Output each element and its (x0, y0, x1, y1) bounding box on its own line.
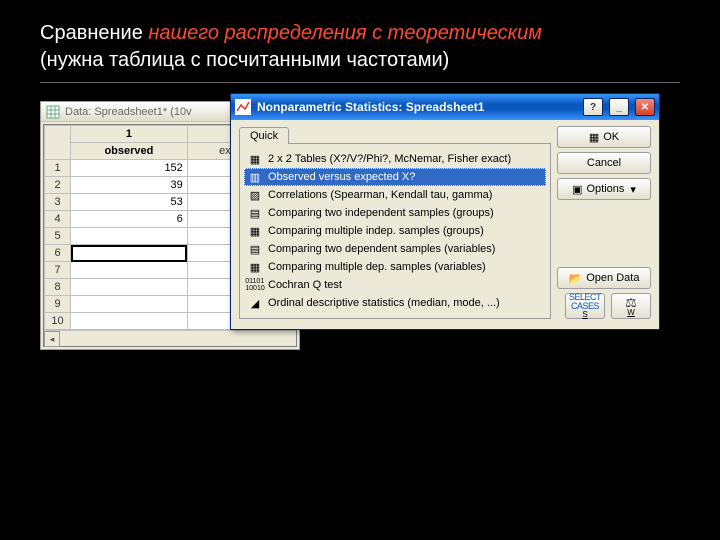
opt-2x2-tables[interactable]: ▦ 2 x 2 Tables (X?/V?/Phi?, McNemar, Fish… (244, 150, 546, 168)
corner-cell (45, 126, 71, 160)
ok-label: OK (603, 131, 619, 143)
select-cases-button[interactable]: SELECT CASES S (565, 293, 605, 319)
cancel-button[interactable]: Cancel (557, 152, 651, 174)
col-name-observed[interactable]: observed (71, 143, 188, 160)
heading-part1: Сравнение (40, 22, 143, 44)
slide-heading: Сравнение нашего распределения с теорети… (40, 20, 680, 74)
help-button[interactable]: ? (583, 98, 603, 116)
cell[interactable]: 6 (71, 211, 188, 228)
opt-label: Ordinal descriptive statistics (median, … (268, 297, 500, 309)
compare-icon: ▤ (246, 206, 264, 220)
row-head[interactable]: 4 (45, 211, 71, 228)
divider (40, 82, 680, 83)
cell[interactable]: 152 (71, 160, 188, 177)
cell[interactable] (71, 262, 188, 279)
summary-icon: ▦ (589, 131, 599, 144)
cell[interactable] (71, 296, 188, 313)
options-button[interactable]: ▣ Options ▾ (557, 178, 651, 200)
opt-label: 2 x 2 Tables (X?/V?/Phi?, McNemar, Fishe… (268, 153, 511, 165)
row-head[interactable]: 1 (45, 160, 71, 177)
open-data-button[interactable]: 📂Open Data (557, 267, 651, 289)
cell-selected[interactable] (71, 245, 188, 262)
minimize-icon: _ (616, 102, 622, 113)
close-icon: ✕ (641, 102, 649, 113)
row-head[interactable]: 5 (45, 228, 71, 245)
question-icon: ? (590, 102, 596, 113)
opt-ordinal-desc[interactable]: ◢ Ordinal descriptive statistics (median,… (244, 294, 546, 312)
opt-multi-dep[interactable]: ▦ Comparing multiple dep. samples (variab… (244, 258, 546, 276)
cell[interactable] (71, 313, 188, 330)
dropdown-icon: ▾ (630, 183, 636, 196)
row-head[interactable]: 2 (45, 177, 71, 194)
nonparametric-dialog: Nonparametric Statistics: Spreadsheet1 ?… (230, 93, 660, 330)
chart-icon: ◢ (246, 296, 264, 310)
opt-two-dep[interactable]: ▤ Comparing two dependent samples (variab… (244, 240, 546, 258)
row-head[interactable]: 3 (45, 194, 71, 211)
scatter-icon: ▨ (246, 188, 264, 202)
heading-emphasis: нашего распределения с теоретическим (143, 22, 542, 44)
opt-label: Comparing multiple indep. samples (group… (268, 225, 484, 237)
cell[interactable]: 39 (71, 177, 188, 194)
cell[interactable] (71, 228, 188, 245)
cancel-label: Cancel (587, 157, 621, 169)
spreadsheet-icon (45, 104, 61, 120)
stats-app-icon (235, 99, 251, 115)
opt-label: Comparing two dependent samples (variabl… (268, 243, 495, 255)
cell[interactable]: 53 (71, 194, 188, 211)
close-button[interactable]: ✕ (635, 98, 655, 116)
w-mnemonic: W (627, 309, 635, 317)
options-icon: ▣ (572, 183, 582, 196)
opt-label: Comparing multiple dep. samples (variabl… (268, 261, 486, 273)
col-num-1[interactable]: 1 (71, 126, 188, 143)
opt-observed-expected[interactable]: ▥ Observed versus expected X? (244, 168, 546, 186)
row-head[interactable]: 7 (45, 262, 71, 279)
cell[interactable] (71, 279, 188, 296)
row-head[interactable]: 9 (45, 296, 71, 313)
opt-correlations[interactable]: ▨ Correlations (Spearman, Kendall tau, ga… (244, 186, 546, 204)
ok-button[interactable]: ▦ OK (557, 126, 651, 148)
row-head[interactable]: 8 (45, 279, 71, 296)
grid-icon: ▦ (246, 152, 264, 166)
binary-icon: 0110110010 (246, 278, 264, 292)
dialog-title-text: Nonparametric Statistics: Spreadsheet1 (257, 100, 484, 114)
scroll-left-icon[interactable]: ◂ (44, 331, 60, 347)
minimize-button[interactable]: _ (609, 98, 629, 116)
chi-icon: ▥ (246, 170, 264, 184)
compare-icon: ▤ (246, 242, 264, 256)
opt-label: Observed versus expected X? (268, 171, 415, 183)
s-mnemonic: S (582, 311, 587, 319)
opt-label: Correlations (Spearman, Kendall tau, gam… (268, 189, 492, 201)
options-label: Options (586, 183, 624, 195)
dialog-title-bar[interactable]: Nonparametric Statistics: Spreadsheet1 ?… (231, 94, 659, 120)
compare-icon: ▦ (246, 260, 264, 274)
row-head[interactable]: 6 (45, 245, 71, 262)
weight-button[interactable]: ⚖ W (611, 293, 651, 319)
folder-open-icon: 📂 (569, 272, 583, 285)
options-panel: ▦ 2 x 2 Tables (X?/V?/Phi?, McNemar, Fish… (239, 143, 551, 319)
spreadsheet-title-text: Data: Spreadsheet1* (10v (65, 106, 192, 118)
opt-two-indep[interactable]: ▤ Comparing two independent samples (grou… (244, 204, 546, 222)
horizontal-scrollbar[interactable]: ◂ (44, 330, 296, 346)
opt-label: Comparing two independent samples (group… (268, 207, 494, 219)
open-data-label: Open Data (586, 272, 639, 284)
opt-label: Cochran Q test (268, 279, 342, 291)
compare-icon: ▦ (246, 224, 264, 238)
weight-icon: ⚖ (625, 296, 637, 309)
opt-multi-indep[interactable]: ▦ Comparing multiple indep. samples (grou… (244, 222, 546, 240)
tab-quick[interactable]: Quick (239, 127, 289, 144)
opt-cochran-q[interactable]: 0110110010 Cochran Q test (244, 276, 546, 294)
row-head[interactable]: 10 (45, 313, 71, 330)
heading-part2: (нужна таблица с посчитанными частотами) (40, 49, 449, 71)
